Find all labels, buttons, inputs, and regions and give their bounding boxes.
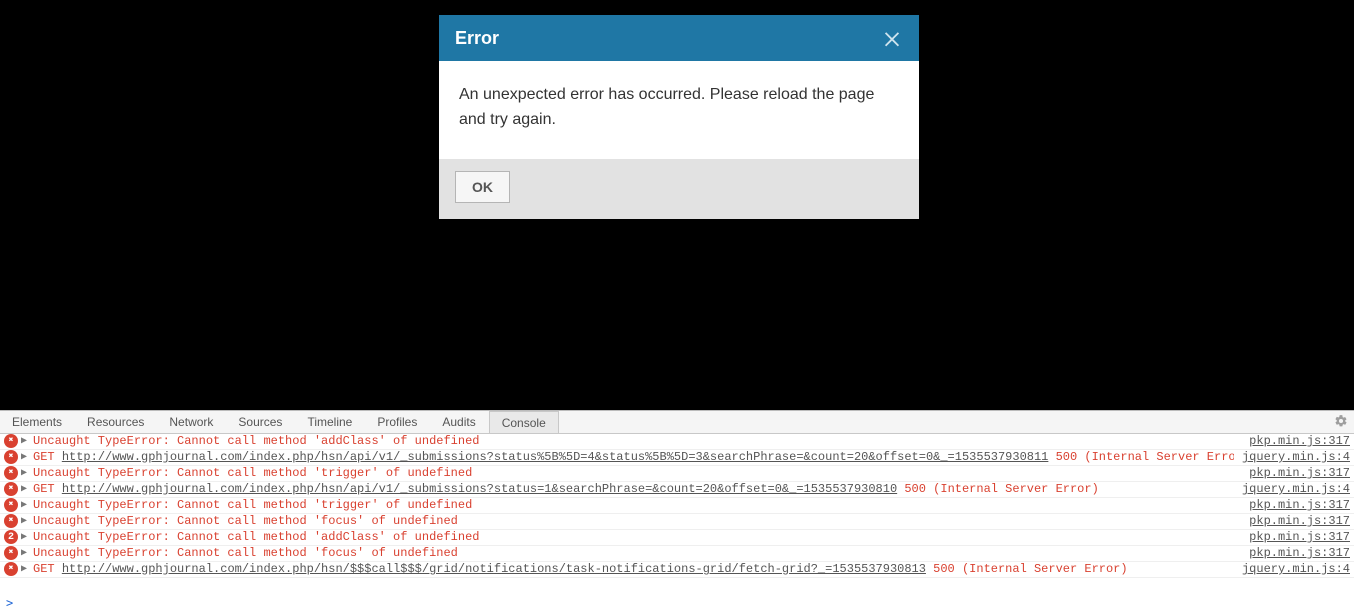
error-dialog: Error An unexpected error has occurred. … [439,15,919,219]
error-icon [4,498,18,512]
console-message: Uncaught TypeError: Cannot call method '… [33,546,1241,561]
gear-icon[interactable] [1334,414,1348,431]
expand-icon[interactable]: ▶ [21,514,31,529]
console-message: Uncaught TypeError: Cannot call method '… [33,514,1241,529]
console-message: GET http://www.gphjournal.com/index.php/… [33,450,1234,465]
error-icon [4,434,18,448]
console-body[interactable]: ▶Uncaught TypeError: Cannot call method … [0,434,1354,594]
expand-icon[interactable]: ▶ [21,562,31,577]
error-icon [4,482,18,496]
console-message: Uncaught TypeError: Cannot call method '… [33,530,1241,545]
tab-network[interactable]: Network [157,411,226,433]
source-link[interactable]: pkp.min.js:317 [1241,498,1350,513]
console-row: ▶Uncaught TypeError: Cannot call method … [0,498,1354,514]
console-prompt[interactable]: > [0,594,1354,616]
page-backdrop: Error An unexpected error has occurred. … [0,0,1354,410]
ok-button[interactable]: OK [455,171,510,203]
source-link[interactable]: pkp.min.js:317 [1241,514,1350,529]
source-link[interactable]: jquery.min.js:4 [1234,482,1350,497]
expand-icon[interactable]: ▶ [21,498,31,513]
error-icon [4,466,18,480]
error-icon [4,450,18,464]
dialog-footer: OK [439,159,919,219]
expand-icon[interactable]: ▶ [21,546,31,561]
console-message: Uncaught TypeError: Cannot call method '… [33,434,1241,449]
devtools-panel: Elements Resources Network Sources Timel… [0,410,1354,616]
console-row: ▶Uncaught TypeError: Cannot call method … [0,546,1354,562]
dialog-message: An unexpected error has occurred. Please… [439,61,919,159]
console-message: Uncaught TypeError: Cannot call method '… [33,498,1241,513]
source-link[interactable]: jquery.min.js:4 [1234,450,1350,465]
dialog-header: Error [439,15,919,61]
tab-audits[interactable]: Audits [430,411,488,433]
error-count-badge: 2 [4,530,18,544]
console-row: 2▶Uncaught TypeError: Cannot call method… [0,530,1354,546]
source-link[interactable]: pkp.min.js:317 [1241,466,1350,481]
request-url-link[interactable]: http://www.gphjournal.com/index.php/hsn/… [62,562,926,576]
close-icon[interactable] [881,27,903,49]
console-row: ▶Uncaught TypeError: Cannot call method … [0,514,1354,530]
source-link[interactable]: pkp.min.js:317 [1241,546,1350,561]
console-message: GET http://www.gphjournal.com/index.php/… [33,562,1234,577]
source-link[interactable]: pkp.min.js:317 [1241,530,1350,545]
console-row: ▶Uncaught TypeError: Cannot call method … [0,466,1354,482]
tab-timeline[interactable]: Timeline [295,411,365,433]
console-row: ▶GET http://www.gphjournal.com/index.php… [0,562,1354,578]
expand-icon[interactable]: ▶ [21,466,31,481]
expand-icon[interactable]: ▶ [21,434,31,449]
tab-elements[interactable]: Elements [0,411,75,433]
expand-icon[interactable]: ▶ [21,450,31,465]
devtools-tabbar: Elements Resources Network Sources Timel… [0,411,1354,434]
tab-console[interactable]: Console [489,411,559,433]
console-row: ▶GET http://www.gphjournal.com/index.php… [0,482,1354,498]
request-url-link[interactable]: http://www.gphjournal.com/index.php/hsn/… [62,450,1049,464]
expand-icon[interactable]: ▶ [21,530,31,545]
tab-sources[interactable]: Sources [226,411,295,433]
error-icon [4,514,18,528]
console-message: GET http://www.gphjournal.com/index.php/… [33,482,1234,497]
dialog-title: Error [455,28,499,49]
error-icon [4,562,18,576]
tab-resources[interactable]: Resources [75,411,157,433]
source-link[interactable]: pkp.min.js:317 [1241,434,1350,449]
console-row: ▶GET http://www.gphjournal.com/index.php… [0,450,1354,466]
source-link[interactable]: jquery.min.js:4 [1234,562,1350,577]
console-row: ▶Uncaught TypeError: Cannot call method … [0,434,1354,450]
error-icon [4,546,18,560]
request-url-link[interactable]: http://www.gphjournal.com/index.php/hsn/… [62,482,897,496]
console-message: Uncaught TypeError: Cannot call method '… [33,466,1241,481]
expand-icon[interactable]: ▶ [21,482,31,497]
tab-profiles[interactable]: Profiles [365,411,430,433]
